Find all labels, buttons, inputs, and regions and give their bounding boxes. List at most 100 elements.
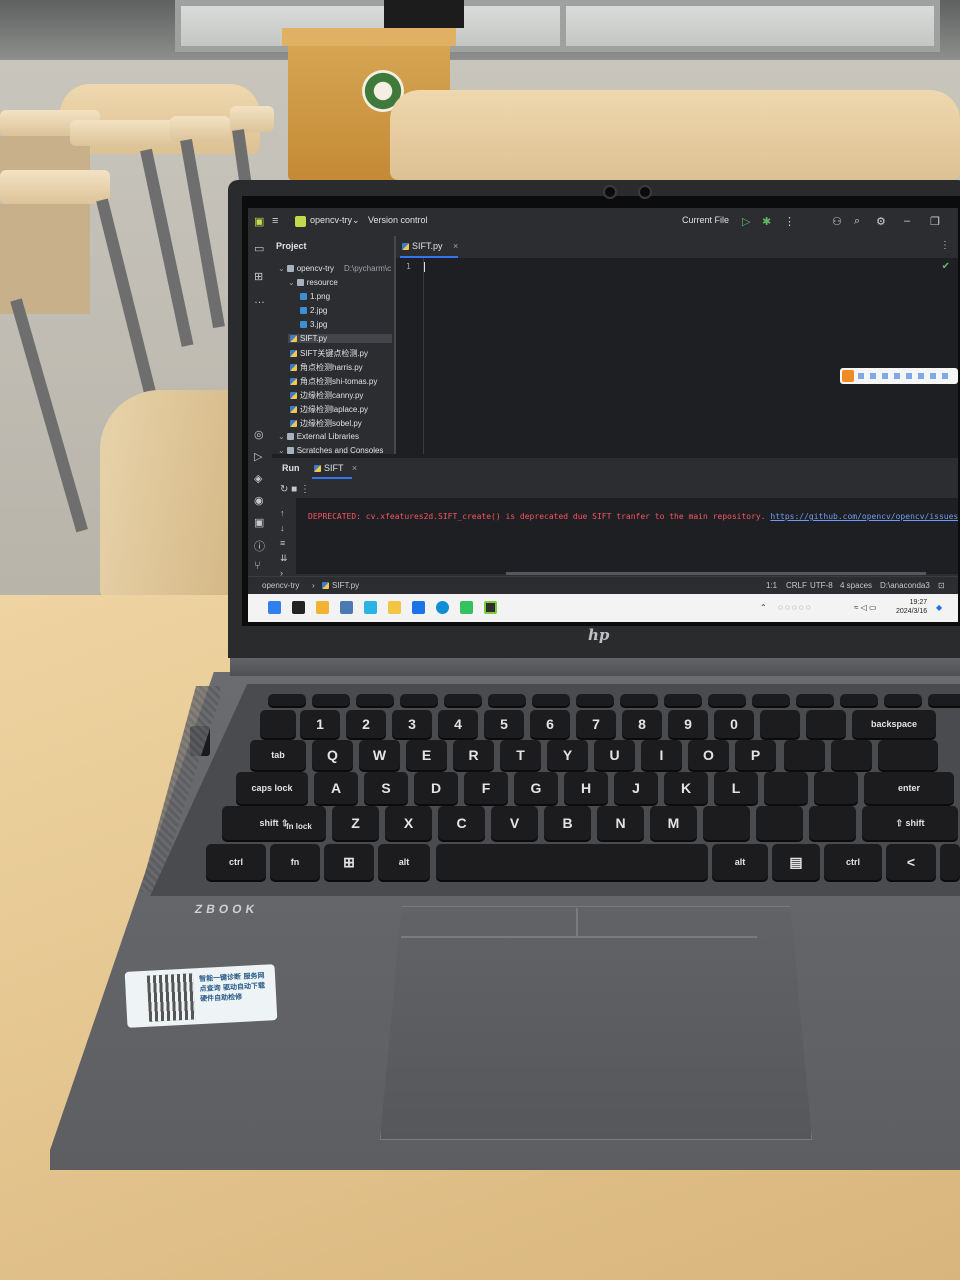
tree-item[interactable]: ⌄ opencv-try — [278, 264, 334, 273]
messenger-taskbar-icon[interactable] — [412, 601, 425, 614]
menu-key-icon[interactable]: ▤ — [772, 844, 820, 880]
function-key[interactable] — [752, 694, 790, 706]
wifi-volume-battery-icons[interactable]: ≈ ◁ ▭ — [854, 603, 877, 612]
tree-item[interactable]: SIFT关键点检测.py — [288, 348, 368, 359]
account-icon[interactable]: ⚇ — [832, 215, 842, 228]
tree-item[interactable]: SIFT.py — [288, 334, 392, 343]
function-key[interactable] — [664, 694, 702, 706]
run-tool-icon[interactable]: ▷ — [254, 450, 262, 463]
structure-icon[interactable]: ⊞ — [254, 270, 263, 283]
key-backspace[interactable]: backspace — [852, 710, 936, 738]
key-arrow-up[interactable] — [940, 844, 960, 880]
ime-tool-icons[interactable] — [858, 373, 954, 379]
code-editor[interactable]: SIFT.py × ⋮ 1 ✔ — [396, 236, 958, 454]
key-digit[interactable]: 6 — [530, 710, 570, 738]
chat-taskbar-icon[interactable] — [460, 601, 473, 614]
key-fn[interactable]: fn — [270, 844, 320, 880]
tree-item[interactable]: ⌄ External Libraries — [278, 432, 359, 441]
key-digit[interactable]: 1 — [300, 710, 340, 738]
key-letter[interactable]: A — [314, 772, 358, 804]
version-control-menu[interactable]: Version control — [368, 215, 428, 225]
sogou-ime-icon[interactable] — [842, 370, 854, 382]
function-key[interactable] — [796, 694, 834, 706]
function-key[interactable] — [928, 694, 960, 706]
tree-item[interactable]: 边缘检测laplace.py — [288, 404, 368, 415]
tab-options-icon[interactable]: ⋮ — [940, 240, 950, 251]
key-semicolon[interactable] — [764, 772, 808, 804]
key-bracket[interactable] — [831, 740, 872, 770]
key-letter[interactable]: Y — [547, 740, 588, 770]
key-letter[interactable]: P — [735, 740, 776, 770]
indent-setting[interactable]: 4 spaces — [840, 581, 872, 590]
run-tab-sift[interactable]: SIFT × — [314, 463, 357, 473]
key-quote[interactable] — [814, 772, 858, 804]
key-letter[interactable]: S — [364, 772, 408, 804]
function-key[interactable] — [532, 694, 570, 706]
problems-icon[interactable]: ⓘ — [254, 538, 265, 554]
key-period[interactable] — [756, 806, 803, 840]
store-taskbar-icon[interactable] — [364, 601, 377, 614]
key-digit[interactable]: 3 — [392, 710, 432, 738]
more-tools-icon[interactable]: … — [254, 294, 265, 306]
project-panel-title[interactable]: Project — [276, 241, 307, 251]
key-tab[interactable]: tab — [250, 740, 306, 770]
key-digit[interactable]: 2 — [346, 710, 386, 738]
notification-bell-icon[interactable]: ◆ — [936, 603, 942, 612]
key-backtick[interactable] — [260, 710, 296, 738]
key-letter[interactable]: X — [385, 806, 432, 840]
key-letter[interactable]: V — [491, 806, 538, 840]
restore-icon[interactable]: ❐ — [930, 215, 940, 228]
key-letter[interactable]: L — [714, 772, 758, 804]
key-minus[interactable] — [760, 710, 800, 738]
key-ctrl[interactable]: ctrl — [206, 844, 266, 880]
tree-item[interactable]: 1.png — [298, 292, 330, 301]
key-letter[interactable]: O — [688, 740, 729, 770]
key-letter[interactable]: K — [664, 772, 708, 804]
key-slash[interactable] — [809, 806, 856, 840]
tree-item[interactable]: 2.jpg — [298, 306, 327, 315]
tree-item[interactable]: 边缘检测sobel.py — [288, 418, 362, 429]
file-explorer-icon[interactable] — [388, 601, 401, 614]
function-key[interactable] — [620, 694, 658, 706]
horizontal-scrollbar[interactable] — [506, 572, 926, 575]
windows-key-icon[interactable]: ⊞ — [324, 844, 374, 880]
run-config-selector[interactable]: Current File — [682, 215, 729, 225]
edge-browser-icon[interactable] — [436, 601, 449, 614]
tab-sift-py[interactable]: SIFT.py × — [402, 241, 458, 251]
python-interpreter[interactable]: D:\anaconda3 — [880, 581, 930, 590]
key-letter[interactable]: R — [453, 740, 494, 770]
tree-item[interactable]: ⌄ Scratches and Consoles — [278, 446, 383, 455]
key-letter[interactable]: E — [406, 740, 447, 770]
key-letter[interactable]: J — [614, 772, 658, 804]
key-backslash[interactable] — [878, 740, 938, 770]
lock-icon[interactable]: ⊡ — [938, 581, 945, 590]
chevron-down-icon[interactable]: ⌄ — [278, 264, 285, 273]
minimize-icon[interactable]: – — [904, 215, 910, 227]
key-digit[interactable]: 8 — [622, 710, 662, 738]
trackpad[interactable] — [380, 906, 812, 1140]
issue-link[interactable]: https://github.com/opencv/opencv/issues/… — [770, 512, 958, 521]
services-icon[interactable]: ◉ — [254, 494, 264, 507]
function-key[interactable] — [312, 694, 350, 706]
close-run-tab-icon[interactable]: × — [352, 463, 357, 473]
key-letter[interactable]: C — [438, 806, 485, 840]
terminal-icon[interactable]: ▣ — [254, 516, 264, 529]
chevron-down-icon[interactable]: ⌄ — [288, 278, 295, 287]
key-shift-right[interactable]: ⇧ shift — [862, 806, 958, 840]
tray-overflow-icon[interactable]: ⌃ — [760, 603, 767, 612]
function-key[interactable] — [884, 694, 922, 706]
key-comma[interactable] — [703, 806, 750, 840]
function-key[interactable] — [576, 694, 614, 706]
key-letter[interactable]: D — [414, 772, 458, 804]
key-letter[interactable]: Q — [312, 740, 353, 770]
key-digit[interactable]: 5 — [484, 710, 524, 738]
function-key[interactable] — [708, 694, 746, 706]
console-output[interactable]: DEPRECATED: cv.xfeatures2d.SIFT_create()… — [296, 498, 958, 575]
key-ctrl-right[interactable]: ctrl — [824, 844, 882, 880]
rerun-icon[interactable]: ↻ ■ ⋮ — [280, 484, 310, 495]
key-letter[interactable]: F — [464, 772, 508, 804]
file-encoding[interactable]: UTF-8 — [810, 581, 833, 590]
tree-item[interactable]: ⌄ resource — [288, 278, 338, 287]
key-enter[interactable]: enter — [864, 772, 954, 804]
folder-icon[interactable]: ▭ — [254, 242, 264, 255]
